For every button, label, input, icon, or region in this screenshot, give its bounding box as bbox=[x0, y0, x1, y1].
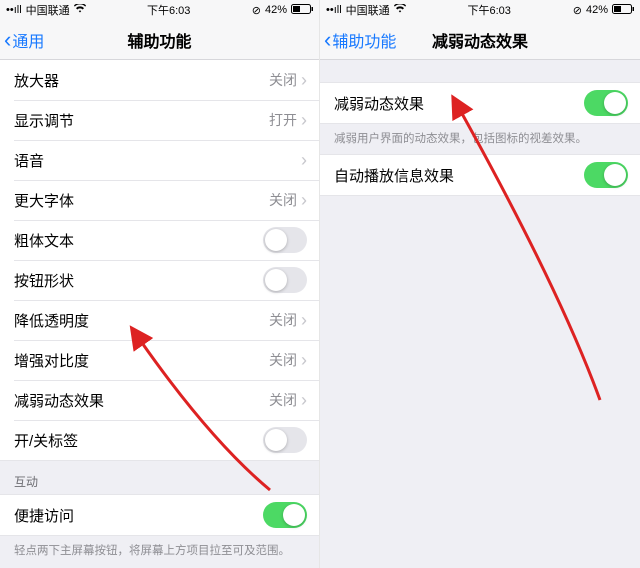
wifi-icon bbox=[74, 4, 86, 16]
page-title: 辅助功能 bbox=[0, 28, 319, 52]
row-label: 增强对比度 bbox=[14, 350, 269, 371]
chevron-right-icon: › bbox=[301, 111, 307, 129]
nav-bar: ‹ 辅助功能 减弱动态效果 bbox=[320, 20, 640, 60]
chevron-right-icon: › bbox=[301, 71, 307, 89]
toggle-on-off-labels[interactable] bbox=[263, 427, 307, 453]
row-label: 放大器 bbox=[14, 70, 269, 91]
right-phone: ••ıll 中国联通 下午6:03 ⊘ 42% ‹ 辅助功能 减弱动态效果 bbox=[320, 0, 640, 568]
toggle-bold-text[interactable] bbox=[263, 227, 307, 253]
row-label: 便捷访问 bbox=[14, 505, 263, 526]
status-time: 下午6:03 bbox=[147, 2, 190, 18]
status-bar: ••ıll 中国联通 下午6:03 ⊘ 42% bbox=[320, 0, 640, 20]
row-label: 减弱动态效果 bbox=[334, 93, 584, 114]
row-value: 打开 bbox=[269, 110, 297, 130]
row-display[interactable]: 显示调节 打开 › bbox=[0, 100, 319, 140]
chevron-right-icon: › bbox=[301, 351, 307, 369]
rotation-lock-icon: ⊘ bbox=[573, 4, 582, 17]
battery-pct: 42% bbox=[586, 4, 608, 16]
wifi-icon bbox=[394, 4, 406, 16]
back-label: 辅助功能 bbox=[332, 28, 396, 52]
row-on-off-labels[interactable]: 开/关标签 bbox=[0, 420, 319, 460]
row-button-shapes[interactable]: 按钮形状 bbox=[0, 260, 319, 300]
row-value: 关闭 bbox=[269, 390, 297, 410]
signal-icon: ••ıll bbox=[6, 4, 22, 16]
carrier-label: 中国联通 bbox=[26, 2, 70, 18]
row-speech[interactable]: 语音 › bbox=[0, 140, 319, 180]
left-phone: ••ıll 中国联通 下午6:03 ⊘ 42% ‹ 通用 辅助功能 bbox=[0, 0, 320, 568]
chevron-right-icon: › bbox=[301, 151, 307, 169]
status-time: 下午6:03 bbox=[467, 2, 510, 18]
chevron-left-icon: ‹ bbox=[324, 29, 331, 51]
row-magnifier[interactable]: 放大器 关闭 › bbox=[0, 60, 319, 100]
row-easy-access[interactable]: 便捷访问 bbox=[0, 495, 319, 535]
row-reduce-transparency[interactable]: 降低透明度 关闭 › bbox=[0, 300, 319, 340]
status-bar: ••ıll 中国联通 下午6:03 ⊘ 42% bbox=[0, 0, 319, 20]
row-label: 自动播放信息效果 bbox=[334, 165, 584, 186]
toggle-button-shapes[interactable] bbox=[263, 267, 307, 293]
easy-access-note: 轻点两下主屏幕按钮，将屏幕上方项目拉至可及范围。 bbox=[0, 536, 319, 566]
row-label: 开/关标签 bbox=[14, 430, 263, 451]
section-header-interaction: 互动 bbox=[0, 461, 319, 494]
row-reduce-motion[interactable]: 减弱动态效果 关闭 › bbox=[0, 380, 319, 420]
rotation-lock-icon: ⊘ bbox=[252, 4, 261, 17]
row-reduce-motion[interactable]: 减弱动态效果 bbox=[320, 83, 640, 123]
row-value: 关闭 bbox=[269, 310, 297, 330]
carrier-label: 中国联通 bbox=[346, 2, 390, 18]
row-bold-text[interactable]: 粗体文本 bbox=[0, 220, 319, 260]
chevron-left-icon: ‹ bbox=[4, 29, 11, 51]
back-label: 通用 bbox=[12, 28, 44, 52]
row-label: 显示调节 bbox=[14, 110, 269, 131]
chevron-right-icon: › bbox=[301, 311, 307, 329]
row-value: 关闭 bbox=[269, 350, 297, 370]
row-label: 减弱动态效果 bbox=[14, 390, 269, 411]
reduce-motion-note: 减弱用户界面的动态效果，包括图标的视差效果。 bbox=[320, 124, 640, 154]
chevron-right-icon: › bbox=[301, 191, 307, 209]
row-autoplay-effects[interactable]: 自动播放信息效果 bbox=[320, 155, 640, 195]
chevron-right-icon: › bbox=[301, 391, 307, 409]
row-label: 按钮形状 bbox=[14, 270, 263, 291]
row-increase-contrast[interactable]: 增强对比度 关闭 › bbox=[0, 340, 319, 380]
battery-icon bbox=[291, 4, 313, 17]
toggle-easy-access[interactable] bbox=[263, 502, 307, 528]
battery-icon bbox=[612, 4, 634, 17]
row-value: 关闭 bbox=[269, 190, 297, 210]
row-label: 语音 bbox=[14, 150, 301, 171]
row-label: 降低透明度 bbox=[14, 310, 269, 331]
back-button[interactable]: ‹ 辅助功能 bbox=[320, 28, 396, 52]
toggle-reduce-motion[interactable] bbox=[584, 90, 628, 116]
nav-bar: ‹ 通用 辅助功能 bbox=[0, 20, 319, 60]
row-larger-text[interactable]: 更大字体 关闭 › bbox=[0, 180, 319, 220]
row-label: 更大字体 bbox=[14, 190, 269, 211]
battery-pct: 42% bbox=[265, 4, 287, 16]
back-button[interactable]: ‹ 通用 bbox=[0, 28, 44, 52]
toggle-autoplay-effects[interactable] bbox=[584, 162, 628, 188]
signal-icon: ••ıll bbox=[326, 4, 342, 16]
row-label: 粗体文本 bbox=[14, 230, 263, 251]
row-value: 关闭 bbox=[269, 70, 297, 90]
